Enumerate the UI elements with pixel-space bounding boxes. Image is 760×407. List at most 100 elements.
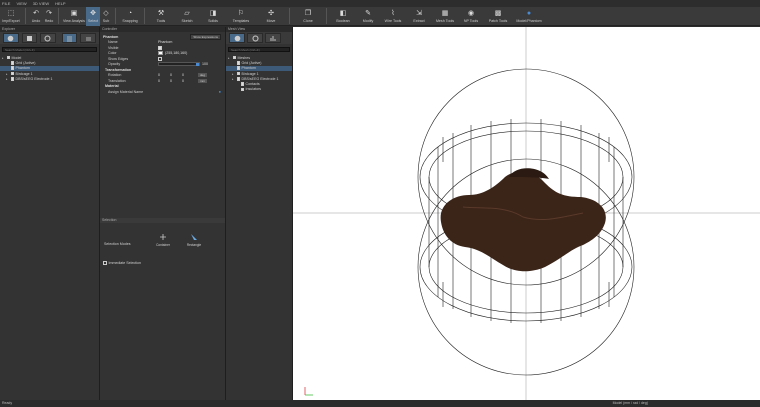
show-expressions-button[interactable]: Show Expressions	[190, 33, 221, 40]
translation-y[interactable]: 0	[170, 79, 182, 83]
name-field[interactable]: Phantom	[158, 40, 172, 44]
rotation-y[interactable]: 0	[170, 73, 182, 77]
tools-button[interactable]: ⚒ Tools	[148, 7, 174, 26]
immediate-selection-checkbox[interactable]	[103, 261, 107, 265]
visible-checkbox[interactable]	[158, 46, 162, 50]
tree-item-label: Contacts	[245, 82, 260, 87]
view-button[interactable]: ▣ View Analysis	[62, 7, 86, 26]
layers-button[interactable]	[80, 33, 96, 43]
translation-unit[interactable]: mm	[198, 78, 207, 83]
expand-arrow-icon[interactable]: ▸	[232, 72, 235, 76]
visibility-checkbox[interactable]	[10, 77, 14, 81]
mesh-tab-button[interactable]	[229, 33, 245, 43]
modify-button[interactable]: ✎ Modify	[356, 7, 380, 26]
mesh-button[interactable]: ▦ Mesh Tools	[432, 7, 458, 26]
material-link-icon[interactable]: ●	[219, 89, 221, 94]
boolean-button[interactable]: ◧ Boolean	[330, 7, 356, 26]
mesh-stats-button[interactable]	[265, 33, 281, 43]
phantom-icon: ●	[526, 9, 532, 17]
tree-item-label: Birdcage 1	[15, 71, 33, 76]
expand-arrow-icon[interactable]: ▸	[232, 77, 235, 81]
tree-item-label: DBS/sEEG Electrode 1	[15, 76, 53, 81]
mesh-tree: ▸ Meshes Grid (Active) Phantom ▸ Birdcage 1 ▸ D…	[226, 55, 292, 92]
assign-material-label: Assign Material Name	[108, 89, 144, 94]
expand-arrow-icon[interactable]: ▸	[6, 77, 9, 81]
visibility-checkbox[interactable]	[10, 71, 14, 76]
menu-view[interactable]: VIEW	[16, 0, 26, 7]
rotation-x[interactable]: 0	[158, 73, 170, 77]
container-mode-button[interactable]: Container	[152, 233, 174, 247]
tree-item[interactable]: ▸ DBS/sEEG Electrode 1	[0, 76, 99, 81]
immediate-selection-label: Immediate Selection	[108, 261, 142, 265]
expand-arrow-icon[interactable]: ▸	[2, 56, 5, 60]
import-button[interactable]: ⬚ Imp/Export	[0, 7, 22, 26]
phantom-button[interactable]: ● Model/Phantom	[512, 7, 546, 26]
model-tab-button[interactable]	[3, 33, 19, 43]
solids-icon: ◨	[209, 10, 217, 17]
visibility-checkbox[interactable]	[10, 61, 14, 65]
toolbar-separator	[58, 8, 59, 24]
clone-button[interactable]: ❐ Clone	[293, 7, 323, 26]
explorer-tools	[0, 32, 99, 44]
menu-file[interactable]: FILE	[2, 0, 10, 7]
units-indicator[interactable]: Model (mm / rad / deg)	[613, 400, 648, 407]
select-button[interactable]: ✥ Select	[86, 7, 100, 26]
tree-item-label: Grid (Active)	[15, 60, 36, 65]
3d-viewport[interactable]	[293, 27, 760, 400]
mesh-search-input[interactable]: Search Mesh (Ctrl+F)	[228, 47, 290, 52]
name-label: Name	[108, 40, 118, 45]
tree-item-label: Meshes	[237, 55, 251, 60]
visibility-checkbox[interactable]	[10, 66, 14, 70]
scene-canvas[interactable]	[293, 27, 760, 400]
np-button[interactable]: ◉ NP Tools	[458, 7, 484, 26]
view-analysis-icon: ▣	[70, 10, 78, 17]
visibility-checkbox[interactable]	[236, 77, 240, 81]
rectangle-mode-button[interactable]: Rectangle	[178, 233, 210, 247]
sub-button[interactable]: ◇ Sub	[100, 7, 112, 26]
move-button[interactable]: ✣ Move	[256, 7, 286, 26]
templates-button[interactable]: ⚐ Templates	[226, 7, 256, 26]
modify-icon: ✎	[365, 10, 371, 17]
wire-button[interactable]: ⌇ Wire Tools	[380, 7, 406, 26]
explorer-search-input[interactable]: Search Model (Ctrl+F)	[2, 47, 97, 52]
visibility-checkbox[interactable]	[240, 82, 244, 86]
settings-tab-button[interactable]	[40, 33, 56, 43]
filter-button[interactable]	[61, 33, 78, 43]
patch-button[interactable]: ▩ Patch Tools	[484, 7, 512, 26]
opacity-slider[interactable]	[158, 62, 200, 67]
expand-arrow-icon[interactable]: ▸	[6, 72, 9, 76]
visibility-checkbox[interactable]	[240, 87, 244, 92]
visibility-checkbox[interactable]	[236, 71, 240, 76]
show-edges-checkbox[interactable]	[158, 57, 162, 61]
snapping-icon: ◔	[127, 9, 133, 17]
tree-item[interactable]: Insulators	[226, 87, 292, 92]
visibility-checkbox[interactable]	[6, 55, 10, 60]
opacity-value[interactable]: 100	[202, 62, 208, 66]
menu-help[interactable]: HELP	[55, 0, 65, 7]
expand-arrow-icon[interactable]: ▸	[228, 56, 231, 60]
tree-item-label: Model	[11, 55, 22, 60]
wire-tools-icon: ⌇	[391, 10, 395, 17]
rectangle-select-icon	[191, 234, 197, 240]
translation-x[interactable]: 0	[158, 79, 170, 83]
visibility-checkbox[interactable]	[236, 66, 240, 70]
visibility-checkbox[interactable]	[232, 55, 236, 60]
mesh-settings-button[interactable]	[247, 33, 263, 43]
snap-button[interactable]: ◔ Snapping	[119, 7, 141, 26]
rotation-z[interactable]: 0	[182, 73, 194, 77]
visibility-checkbox[interactable]	[236, 61, 240, 65]
sketch-icon: ▱	[184, 10, 190, 17]
extract-button[interactable]: ⇲ Extract	[406, 7, 432, 26]
menu-3d-view[interactable]: 3D VIEW	[33, 0, 49, 7]
grid-tab-button[interactable]	[21, 33, 38, 43]
sketch-button[interactable]: ▱ Sketch	[174, 7, 200, 26]
rotation-unit[interactable]: deg	[198, 73, 208, 78]
toolbar-separator	[144, 8, 145, 24]
solids-button[interactable]: ◨ Solids	[200, 7, 226, 26]
translation-z[interactable]: 0	[182, 79, 194, 83]
undo-button[interactable]: ↶ Undo	[29, 7, 43, 26]
redo-button[interactable]: ↷ Redo	[43, 7, 55, 26]
color-swatch[interactable]	[158, 51, 163, 56]
selection-panel: Selection Selection Modes Container Rect…	[100, 218, 226, 400]
tree-item-label: Insulators	[245, 87, 262, 92]
